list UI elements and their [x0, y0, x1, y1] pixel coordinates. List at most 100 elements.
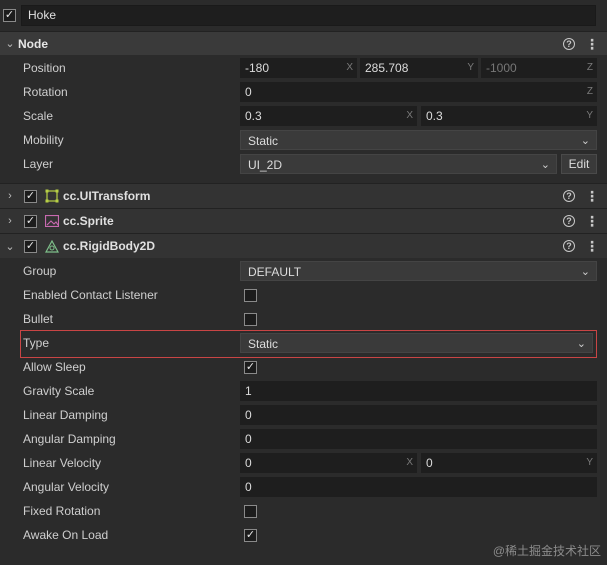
axis-label: X [346, 62, 353, 73]
type-select[interactable]: Static ⌄ [240, 333, 593, 353]
watermark: @稀土掘金技术社区 [492, 544, 601, 558]
value: -180 [245, 61, 270, 75]
component-title: cc.RigidBody2D [63, 239, 156, 253]
position-row: Position -180 X 285.708 Y -1000 Z [0, 56, 607, 80]
allow-sleep-checkbox[interactable] [244, 361, 257, 374]
chevron-down-icon: ⌄ [576, 338, 586, 350]
property-label: Type [23, 336, 50, 350]
property-label: Layer [23, 157, 54, 171]
linear-velocity-y-input[interactable]: 0 Y [421, 453, 597, 473]
axis-label: Z [586, 86, 593, 97]
axis-label: Z [586, 62, 593, 73]
rotation-z-input[interactable]: 0 Z [240, 82, 597, 102]
linear-velocity-row: Linear Velocity 0 X 0 Y [0, 451, 607, 475]
scale-x-input[interactable]: 0.3 X [240, 106, 417, 126]
property-label: Gravity Scale [23, 384, 95, 398]
selected-value: UI_2D [248, 158, 283, 172]
more-options-icon[interactable]: ⋮ [585, 214, 599, 228]
chevron-right-icon[interactable]: › [2, 215, 18, 227]
angular-damping-row: Angular Damping 0 [0, 427, 607, 451]
selected-value: Static [248, 337, 279, 351]
sprite-enabled-checkbox[interactable] [24, 214, 37, 228]
chevron-down-icon[interactable]: ⌄ [2, 37, 18, 50]
group-select[interactable]: DEFAULT ⌄ [240, 261, 597, 281]
uitransform-enabled-checkbox[interactable] [24, 189, 37, 203]
angular-velocity-input[interactable]: 0 [240, 477, 597, 497]
rigidbody-header[interactable]: ⌄ cc.RigidBody2D ? ⋮ [0, 233, 607, 258]
property-label: Linear Damping [23, 408, 108, 422]
property-label: Mobility [23, 133, 64, 147]
value: 0.3 [245, 109, 262, 123]
axis-label: X [406, 110, 413, 121]
scale-y-input[interactable]: 0.3 Y [421, 106, 597, 126]
group-row: Group DEFAULT ⌄ [0, 259, 607, 283]
property-label: Angular Damping [23, 432, 116, 446]
selected-value: DEFAULT [248, 265, 302, 279]
help-icon[interactable]: ? [563, 190, 575, 202]
sprite-image-icon [45, 215, 59, 227]
position-y-input[interactable]: 285.708 Y [360, 58, 478, 78]
layer-row: Layer UI_2D ⌄ Edit [0, 152, 607, 176]
component-title: cc.UITransform [63, 189, 151, 203]
gravity-scale-row: Gravity Scale 1 [0, 379, 607, 403]
value: 0.3 [426, 109, 443, 123]
angular-damping-input[interactable]: 0 [240, 429, 597, 449]
node-name-input[interactable]: Hoke [21, 5, 596, 26]
property-label: Position [23, 61, 66, 75]
position-x-input[interactable]: -180 X [240, 58, 357, 78]
property-label: Allow Sleep [23, 360, 86, 374]
chevron-down-icon: ⌄ [580, 266, 590, 278]
fixed-rotation-row: Fixed Rotation [0, 499, 607, 523]
rigidbody-icon [45, 239, 59, 253]
value: -1000 [486, 61, 517, 75]
chevron-down-icon[interactable]: ⌄ [2, 240, 18, 253]
axis-label: Y [586, 110, 593, 121]
component-title: cc.Sprite [63, 214, 114, 228]
selected-value: Static [248, 134, 279, 148]
type-row: Type Static ⌄ [0, 331, 607, 355]
help-icon[interactable]: ? [563, 240, 575, 252]
node-active-checkbox[interactable] [3, 9, 16, 22]
value: 285.708 [365, 61, 409, 75]
more-options-icon[interactable]: ⋮ [585, 189, 599, 203]
linear-damping-row: Linear Damping 0 [0, 403, 607, 427]
node-section-header[interactable]: ⌄ Node ? ⋮ [0, 31, 607, 55]
node-name-bar: Hoke [0, 0, 607, 31]
scale-row: Scale 0.3 X 0.3 Y [0, 104, 607, 128]
layer-edit-button[interactable]: Edit [561, 154, 597, 174]
axis-label: X [406, 457, 413, 468]
property-label: Enabled Contact Listener [23, 288, 158, 302]
mobility-select[interactable]: Static ⌄ [240, 130, 597, 150]
linear-damping-input[interactable]: 0 [240, 405, 597, 425]
uitransform-icon [45, 189, 59, 203]
value: 0 [245, 85, 252, 99]
property-label: Rotation [23, 85, 68, 99]
bullet-checkbox[interactable] [244, 313, 257, 326]
value: 0 [426, 456, 433, 470]
sprite-header[interactable]: › cc.Sprite ? ⋮ [0, 208, 607, 233]
awake-on-load-checkbox[interactable] [244, 529, 257, 542]
gravity-scale-input[interactable]: 1 [240, 381, 597, 401]
fixed-rotation-checkbox[interactable] [244, 505, 257, 518]
property-label: Awake On Load [23, 528, 109, 542]
property-label: Angular Velocity [23, 480, 110, 494]
property-label: Group [23, 264, 57, 278]
more-options-icon[interactable]: ⋮ [585, 37, 599, 51]
more-options-icon[interactable]: ⋮ [585, 239, 599, 253]
axis-label: Y [586, 457, 593, 468]
uitransform-header[interactable]: › cc.UITransform ? ⋮ [0, 183, 607, 208]
allow-sleep-row: Allow Sleep [0, 355, 607, 379]
rigidbody-enabled-checkbox[interactable] [24, 239, 37, 253]
section-title: Node [18, 36, 48, 51]
layer-select[interactable]: UI_2D ⌄ [240, 154, 557, 174]
value: 0 [245, 456, 252, 470]
help-icon[interactable]: ? [563, 215, 575, 227]
property-label: Bullet [23, 312, 54, 326]
help-icon[interactable]: ? [563, 37, 575, 50]
linear-velocity-x-input[interactable]: 0 X [240, 453, 417, 473]
contact-listener-checkbox[interactable] [244, 289, 257, 302]
chevron-right-icon[interactable]: › [2, 190, 18, 202]
bullet-row: Bullet [0, 307, 607, 331]
mobility-row: Mobility Static ⌄ [0, 128, 607, 152]
property-label: Scale [23, 109, 54, 123]
